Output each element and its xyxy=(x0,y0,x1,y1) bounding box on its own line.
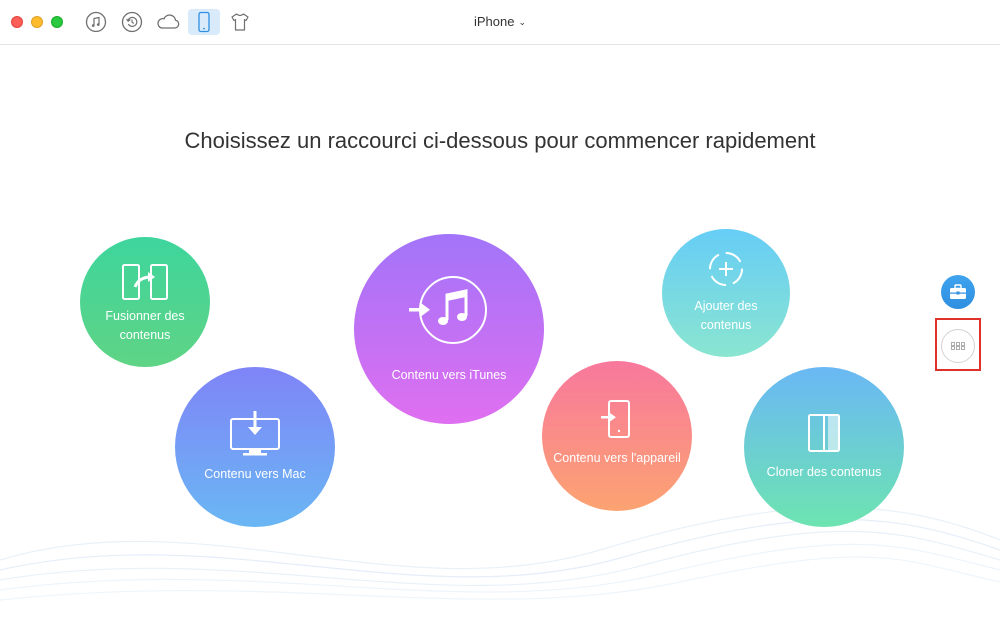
add-contents-label-line2: contenus xyxy=(700,318,752,332)
merge-icon xyxy=(122,264,168,300)
clone-contents-shortcut[interactable]: Cloner des contenus xyxy=(744,367,904,527)
add-contents-shortcut[interactable]: Ajouter des contenus xyxy=(662,229,790,357)
device-name: iPhone xyxy=(473,14,515,29)
add-contents-label-line1: Ajouter des xyxy=(694,299,758,313)
clone-icon xyxy=(808,413,840,452)
merge-contents-shortcut[interactable]: Fusionner des contenus xyxy=(80,237,210,367)
app-window: iPhone ⌄ Choisissez un raccourci ci-desso… xyxy=(0,0,1000,620)
phone-import-icon xyxy=(601,399,630,438)
content-to-device-shortcut[interactable]: Contenu vers l'appareil xyxy=(542,361,692,511)
title-bar: iPhone ⌄ xyxy=(0,0,1000,45)
content-to-itunes-shortcut[interactable]: Contenu vers iTunes xyxy=(354,234,544,424)
monitor-download-icon xyxy=(230,410,280,455)
merge-contents-label-line1: Fusionner des xyxy=(105,309,185,323)
device-selector[interactable]: iPhone ⌄ xyxy=(0,14,1000,29)
toolbox-icon xyxy=(950,284,966,299)
merge-contents-label-line2: contenus xyxy=(119,328,171,342)
content-to-device-label: Contenu vers l'appareil xyxy=(553,450,681,465)
toolbox-button[interactable] xyxy=(941,275,975,309)
itunes-icon xyxy=(409,275,487,344)
chevron-down-icon: ⌄ xyxy=(518,17,527,27)
content-to-itunes-label: Contenu vers iTunes xyxy=(391,367,507,382)
grid-icon xyxy=(951,342,965,350)
more-features-button[interactable] xyxy=(941,329,975,363)
content-to-mac-shortcut[interactable]: Contenu vers Mac xyxy=(175,367,335,527)
add-circle-icon xyxy=(709,252,743,286)
clone-contents-label: Cloner des contenus xyxy=(766,464,882,479)
page-headline: Choisissez un raccourci ci-dessous pour … xyxy=(184,128,816,153)
content-to-mac-label: Contenu vers Mac xyxy=(204,466,306,481)
